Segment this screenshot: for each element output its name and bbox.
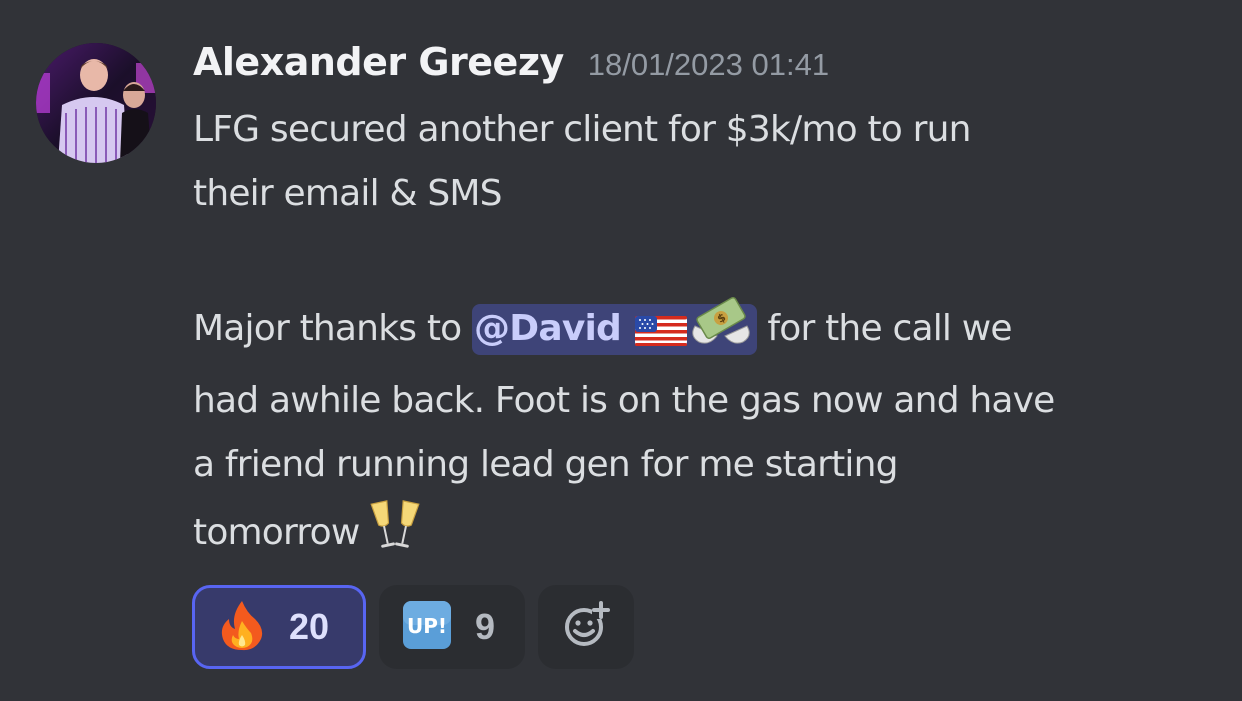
svg-text:UP!: UP! xyxy=(407,614,447,638)
avatar-photo xyxy=(36,43,156,163)
reaction-count: 20 xyxy=(289,606,330,647)
mention-label: @David xyxy=(474,308,622,349)
message-header: Alexander Greezy 18/01/2023 01:41 xyxy=(193,40,829,92)
text-segment: Major thanks to xyxy=(193,308,473,349)
reaction-count: 9 xyxy=(475,606,496,647)
add-reaction-button[interactable] xyxy=(538,585,634,669)
reactions-bar: 20 UP! 9 xyxy=(192,585,634,669)
up-button-icon: UP! xyxy=(401,599,453,655)
message-line: Major thanks to @David $ for the call we xyxy=(193,296,1203,369)
money-with-wings-icon: $ xyxy=(689,296,753,369)
add-reaction-icon xyxy=(562,601,610,653)
message-line: a friend running lead gen for me startin… xyxy=(193,433,1203,497)
text-line: a friend running lead gen for me startin… xyxy=(193,444,899,485)
message-content: LFG secured another client for $3k/mo to… xyxy=(193,98,1203,577)
user-avatar[interactable] xyxy=(36,43,156,163)
message-line: their email & SMS xyxy=(193,162,1203,226)
text-line-1: LFG secured another client for $3k/mo to… xyxy=(193,109,972,150)
fire-icon xyxy=(217,599,267,655)
flag-usa-icon xyxy=(633,305,689,369)
champagne-glasses-icon xyxy=(370,498,420,577)
text-line-2: their email & SMS xyxy=(193,173,503,214)
message-line: LFG secured another client for $3k/mo to… xyxy=(193,98,1203,162)
username[interactable]: Alexander Greezy xyxy=(193,40,564,84)
timestamp[interactable]: 18/01/2023 01:41 xyxy=(588,47,829,83)
text-line: had awhile back. Foot is on the gas now … xyxy=(193,380,1055,421)
chat-message: Alexander Greezy 18/01/2023 01:41 LFG se… xyxy=(0,0,1242,701)
text-line: tomorrow xyxy=(193,512,360,553)
reaction-fire[interactable]: 20 xyxy=(192,585,366,669)
message-line: tomorrow xyxy=(193,497,1203,577)
text-segment: for the call we xyxy=(756,308,1012,349)
user-mention[interactable]: @David $ xyxy=(472,296,757,355)
message-line: had awhile back. Foot is on the gas now … xyxy=(193,369,1203,433)
reaction-up[interactable]: UP! 9 xyxy=(379,585,525,669)
